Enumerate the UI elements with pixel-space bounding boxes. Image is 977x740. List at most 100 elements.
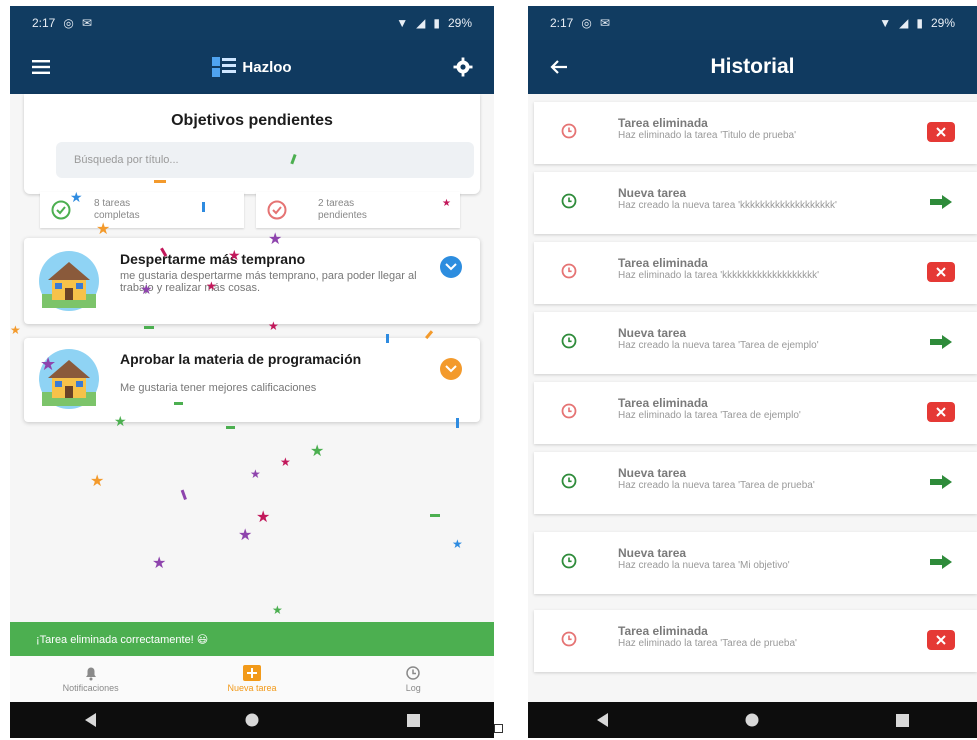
svg-text:★: ★ [310, 441, 324, 460]
expand-icon[interactable] [440, 358, 462, 380]
phone-left-screen: 2:17 ◎ ✉ ▼ ◢ ▮ 29% Hazloo Objetivos pend [10, 6, 494, 738]
history-item-title: Tarea eliminada [618, 256, 708, 270]
history-item-title: Tarea eliminada [618, 624, 708, 638]
check-circle-icon [51, 200, 71, 220]
history-item-title: Nueva tarea [618, 466, 687, 480]
delete-x-icon[interactable] [927, 262, 955, 282]
history-item-description: Haz eliminado la tarea 'Titulo de prueba… [618, 130, 796, 141]
history-item[interactable]: Nueva tarea Haz creado la nueva tarea 'T… [534, 452, 977, 514]
bell-icon [85, 667, 96, 681]
nav-log[interactable]: Log [333, 656, 494, 702]
history-item[interactable]: Tarea eliminada Haz eliminado la tarea '… [534, 102, 977, 164]
new-task-arrow-icon[interactable] [927, 332, 955, 352]
nav-new-task[interactable]: Nueva tarea [171, 656, 332, 702]
goal-card[interactable]: Despertarme más temprano me gustaria des… [24, 238, 480, 324]
history-item[interactable]: Nueva tarea Haz creado la nueva tarea 'k… [534, 172, 977, 234]
svg-text:★: ★ [250, 467, 261, 481]
battery-icon: ▮ [433, 16, 440, 30]
battery-level: 29% [447, 16, 472, 30]
back-triangle-icon[interactable] [583, 705, 623, 735]
top-app-bar: Historial [528, 40, 977, 94]
goal-title: Aprobar la materia de programación [120, 351, 362, 367]
svg-text:★: ★ [280, 455, 291, 469]
house-avatar-icon [39, 349, 99, 409]
goal-description: me gustaria despertarme más temprano, pa… [120, 270, 417, 294]
status-bar: 2:17 ◎ ✉ ▼ ◢ ▮ 29% [10, 6, 494, 40]
nav-label: Nueva tarea [227, 683, 277, 693]
back-arrow-icon[interactable] [546, 54, 572, 80]
recents-square-icon[interactable] [393, 705, 433, 735]
goal-card[interactable]: Aprobar la materia de programación Me gu… [24, 338, 480, 422]
nav-label: Notificaciones [62, 683, 119, 693]
recents-square-icon[interactable] [882, 705, 922, 735]
history-item-description: Haz creado la nueva tarea 'Mi objetivo' [618, 560, 790, 571]
search-input[interactable] [56, 142, 474, 178]
history-item-description: Haz eliminado la tarea 'Tarea de ejemplo… [618, 410, 801, 421]
app-brand-name: Hazloo [242, 58, 292, 76]
home-circle-icon[interactable] [232, 705, 272, 735]
history-item-title: Nueva tarea [618, 326, 687, 340]
history-deleted-icon [561, 263, 577, 279]
history-created-icon [561, 333, 577, 349]
house-avatar-icon [39, 251, 99, 311]
history-icon [406, 666, 421, 680]
page-title: Objetivos pendientes [171, 112, 333, 129]
completed-tasks-card: 8 tareas completas [40, 192, 244, 228]
nav-notifications[interactable]: Notificaciones [10, 656, 171, 702]
bottom-navigation: Notificaciones Nueva tarea Log [10, 656, 494, 702]
history-item-title: Nueva tarea [618, 546, 687, 560]
delete-x-icon[interactable] [927, 630, 955, 650]
history-item[interactable]: Tarea eliminada Haz eliminado la tarea '… [534, 242, 977, 304]
snackbar-message: ¡Tarea eliminada correctamente! 😃 [10, 622, 494, 656]
history-deleted-icon [561, 123, 577, 139]
status-bar: 2:17 ◎ ✉ ▼ ◢ ▮ 29% [528, 6, 977, 40]
new-task-arrow-icon[interactable] [927, 192, 955, 212]
goals-header-card: Objetivos pendientes [24, 94, 480, 194]
svg-text:★: ★ [152, 553, 166, 572]
history-item[interactable]: Tarea eliminada Haz eliminado la tarea '… [534, 610, 977, 672]
history-item[interactable]: Tarea eliminada Haz eliminado la tarea '… [534, 382, 977, 444]
add-icon [242, 665, 261, 681]
pending-circle-icon [267, 200, 287, 220]
delete-x-icon[interactable] [927, 122, 955, 142]
history-item[interactable]: Nueva tarea Haz creado la nueva tarea 'T… [534, 312, 977, 374]
notification-icon: ✉ [599, 16, 610, 30]
expand-icon[interactable] [440, 256, 462, 278]
whatsapp-icon: ◎ [581, 16, 592, 30]
history-created-icon [561, 553, 577, 569]
history-item-description: Haz creado la nueva tarea 'Tarea de ejem… [618, 340, 819, 351]
battery-level: 29% [930, 16, 955, 30]
pending-tasks-card: 2 tareas pendientes [256, 192, 460, 228]
home-circle-icon[interactable] [732, 705, 772, 735]
svg-text:★: ★ [238, 525, 252, 544]
new-task-arrow-icon[interactable] [927, 472, 955, 492]
whatsapp-icon: ◎ [63, 16, 74, 30]
system-navigation-bar [528, 702, 977, 738]
signal-icon: ◢ [899, 16, 909, 30]
nav-label: Log [405, 683, 421, 693]
history-created-icon [561, 473, 577, 489]
goal-description: Me gustaria tener mejores calificaciones [120, 382, 317, 394]
notification-icon: ✉ [81, 16, 92, 30]
history-item-description: Haz creado la nueva tarea 'Tarea de prue… [618, 480, 815, 491]
system-navigation-bar [10, 702, 494, 738]
svg-text:★: ★ [90, 471, 104, 490]
signal-icon: ◢ [416, 16, 426, 30]
menu-icon[interactable] [28, 54, 54, 80]
gear-icon[interactable] [450, 54, 476, 80]
history-item-title: Tarea eliminada [618, 396, 708, 410]
svg-text:★: ★ [272, 603, 283, 617]
battery-icon: ▮ [916, 16, 923, 30]
wifi-icon: ▼ [879, 16, 892, 30]
back-triangle-icon[interactable] [71, 705, 111, 735]
history-deleted-icon [561, 631, 577, 647]
history-item-title: Nueva tarea [618, 186, 687, 200]
history-item[interactable]: Nueva tarea Haz creado la nueva tarea 'M… [534, 532, 977, 594]
goal-title: Despertarme más temprano [120, 251, 306, 267]
delete-x-icon[interactable] [927, 402, 955, 422]
new-task-arrow-icon[interactable] [927, 552, 955, 572]
svg-text:★: ★ [10, 323, 21, 337]
top-app-bar: Hazloo [10, 40, 494, 94]
history-item-description: Haz creado la nueva tarea 'kkkkkkkkkkkkk… [618, 200, 837, 211]
svg-text:★: ★ [256, 507, 270, 526]
